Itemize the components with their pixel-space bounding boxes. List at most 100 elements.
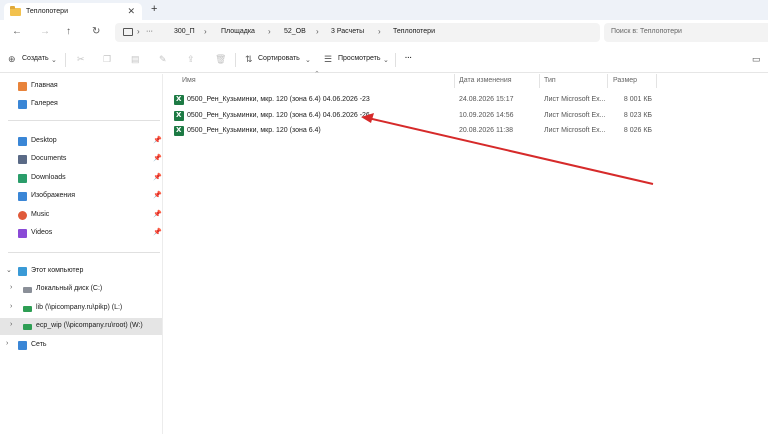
file-size: 8 001 КБ xyxy=(623,96,652,103)
chevron-right-icon: › xyxy=(204,27,207,36)
sidebar-item-videos[interactable]: Videos 📌 xyxy=(0,225,162,242)
chevron-right-icon[interactable]: › xyxy=(10,303,12,310)
sort-button[interactable]: Сортировать xyxy=(258,55,300,62)
chevron-down-icon: ⌄ xyxy=(383,57,389,64)
gallery-icon xyxy=(18,100,27,109)
table-row[interactable]: 0500_Рен_Кузьминки, мкр. 120 (зона 6.4) … xyxy=(166,124,656,139)
breadcrumb-item[interactable]: 300_П xyxy=(174,28,195,35)
file-name: 0500_Рен_Кузьминки, мкр. 120 (зона 6.4) xyxy=(187,127,321,134)
search-input[interactable]: Поиск в: Теплопотери xyxy=(604,23,768,42)
more-options-button[interactable]: ··· xyxy=(405,55,412,62)
table-row[interactable]: 0500_Рен_Кузьминки, мкр. 120 (зона 6.4) … xyxy=(166,93,656,108)
column-divider[interactable] xyxy=(607,74,608,88)
delete-icon[interactable]: 🗑 xyxy=(215,54,226,65)
sidebar-item-label: Этот компьютер xyxy=(31,267,84,274)
file-name: 0500_Рен_Кузьминки, мкр. 120 (зона 6.4) … xyxy=(187,96,370,103)
column-divider[interactable] xyxy=(454,74,455,88)
up-arrow-icon[interactable]: ↑ xyxy=(66,26,71,37)
sidebar-item-label: ecp_wip (\\picompany.ru\root) (W:) xyxy=(36,322,143,329)
chevron-right-icon[interactable]: › xyxy=(6,340,8,347)
tab-title: Теплопотери xyxy=(26,8,68,15)
share-icon[interactable]: ⇪ xyxy=(187,54,195,65)
copy-icon[interactable]: ❐ xyxy=(103,54,111,65)
home-icon xyxy=(18,82,27,91)
sidebar-item-label: Videos xyxy=(31,229,53,236)
view-icon: ☰ xyxy=(324,54,333,64)
file-date: 20.08.2026 11:38 xyxy=(459,127,513,134)
pin-icon[interactable]: 📌 xyxy=(153,154,162,162)
pin-icon[interactable]: 📌 xyxy=(153,136,162,144)
back-arrow-icon[interactable]: ← xyxy=(12,26,22,37)
rename-icon[interactable]: ✎ xyxy=(159,54,167,65)
pin-icon[interactable]: 📌 xyxy=(153,210,162,218)
pin-icon[interactable]: 📌 xyxy=(153,191,162,199)
sidebar-item-label: Главная xyxy=(31,82,58,89)
breadcrumb-item[interactable]: 52_ОВ xyxy=(284,28,306,35)
column-header-size[interactable]: Размер xyxy=(613,77,637,84)
column-header-type[interactable]: Тип xyxy=(544,77,556,84)
sidebar-item-documents[interactable]: Documents 📌 xyxy=(0,151,162,168)
sidebar-item-downloads[interactable]: Downloads 📌 xyxy=(0,170,162,187)
sidebar-item-drive-w[interactable]: › ecp_wip (\\picompany.ru\root) (W:) xyxy=(0,318,162,335)
divider xyxy=(235,53,236,67)
sidebar-item-drive-c[interactable]: › Локальный диск (C:) xyxy=(0,281,162,298)
column-divider[interactable] xyxy=(656,74,657,88)
column-header-name[interactable]: Имя xyxy=(182,77,196,84)
chevron-right-icon: › xyxy=(137,27,140,36)
address-bar: ← → ↑ ↻ › ··· 300_П › Площадка › 52_ОВ ›… xyxy=(0,20,768,45)
chevron-right-icon: › xyxy=(316,27,319,36)
sidebar-item-desktop[interactable]: Desktop 📌 xyxy=(0,133,162,150)
network-drive-icon xyxy=(23,306,32,312)
chevron-right-icon: › xyxy=(268,27,271,36)
breadcrumb-item[interactable]: 3 Расчеты xyxy=(331,28,364,35)
sort-icon: ⇅ xyxy=(245,54,253,64)
sidebar-item-home[interactable]: Главная xyxy=(0,78,162,95)
breadcrumb[interactable]: › ··· 300_П › Площадка › 52_ОВ › 3 Расче… xyxy=(115,23,600,42)
create-button[interactable]: Создать xyxy=(22,55,49,62)
sidebar-item-label: Галерея xyxy=(31,100,58,107)
refresh-icon[interactable]: ↻ xyxy=(92,26,100,37)
column-divider[interactable] xyxy=(539,74,540,88)
details-pane-icon[interactable]: ▭ xyxy=(752,54,761,65)
pin-icon[interactable]: 📌 xyxy=(153,173,162,181)
breadcrumb-item[interactable]: Теплопотери xyxy=(393,28,435,35)
sidebar-item-this-pc[interactable]: ⌄ Этот компьютер xyxy=(0,263,162,280)
file-list: ⌃ Имя Дата изменения Тип Размер 0500_Рен… xyxy=(166,71,768,434)
navigation-pane: Главная Галерея Desktop 📌 Documents 📌 Do… xyxy=(0,74,163,434)
sidebar-item-label: lib (\\picompany.ru\pikp) (L:) xyxy=(36,304,123,311)
column-header-date[interactable]: Дата изменения xyxy=(459,77,512,84)
sidebar-item-drive-l[interactable]: › lib (\\picompany.ru\pikp) (L:) xyxy=(0,300,162,317)
sidebar-item-network[interactable]: › Сеть xyxy=(0,337,162,354)
drive-icon xyxy=(23,287,32,293)
new-tab-button[interactable]: + xyxy=(151,3,157,15)
network-icon xyxy=(18,341,27,350)
pin-icon[interactable]: 📌 xyxy=(153,228,162,236)
view-button[interactable]: Просмотреть xyxy=(338,55,380,62)
paste-icon[interactable]: ▤ xyxy=(131,54,140,65)
chevron-down-icon: ⌄ xyxy=(305,57,311,64)
file-date: 10.09.2026 14:56 xyxy=(459,112,514,119)
chevron-right-icon[interactable]: › xyxy=(10,284,12,291)
close-tab-icon[interactable]: ✕ xyxy=(127,6,135,17)
chevron-right-icon[interactable]: › xyxy=(10,321,12,328)
sidebar-item-pictures[interactable]: Изображения 📌 xyxy=(0,188,162,205)
sidebar-item-music[interactable]: Music 📌 xyxy=(0,207,162,224)
breadcrumb-ellipsis[interactable]: ··· xyxy=(146,28,153,35)
sidebar-item-label: Локальный диск (C:) xyxy=(36,285,103,292)
tab-teplopoteri[interactable]: Теплопотери ✕ xyxy=(4,3,142,20)
sidebar-item-gallery[interactable]: Галерея xyxy=(0,96,162,113)
sidebar-item-label: Сеть xyxy=(31,341,47,348)
title-bar: Теплопотери ✕ + xyxy=(0,0,768,20)
chevron-right-icon: › xyxy=(378,27,381,36)
chevron-down-icon[interactable]: ⌄ xyxy=(6,266,12,274)
plus-circle-icon: ⊕ xyxy=(8,54,16,64)
sidebar-item-label: Downloads xyxy=(31,174,66,181)
table-row[interactable]: 0500_Рен_Кузьминки, мкр. 120 (зона 6.4) … xyxy=(166,109,656,124)
forward-arrow-icon[interactable]: → xyxy=(40,26,50,37)
sidebar-item-label: Изображения xyxy=(31,192,75,199)
network-drive-icon xyxy=(23,324,32,330)
music-icon xyxy=(18,211,27,220)
file-size: 8 026 КБ xyxy=(623,127,652,134)
cut-icon[interactable]: ✂ xyxy=(77,54,85,65)
breadcrumb-item[interactable]: Площадка xyxy=(221,28,255,35)
